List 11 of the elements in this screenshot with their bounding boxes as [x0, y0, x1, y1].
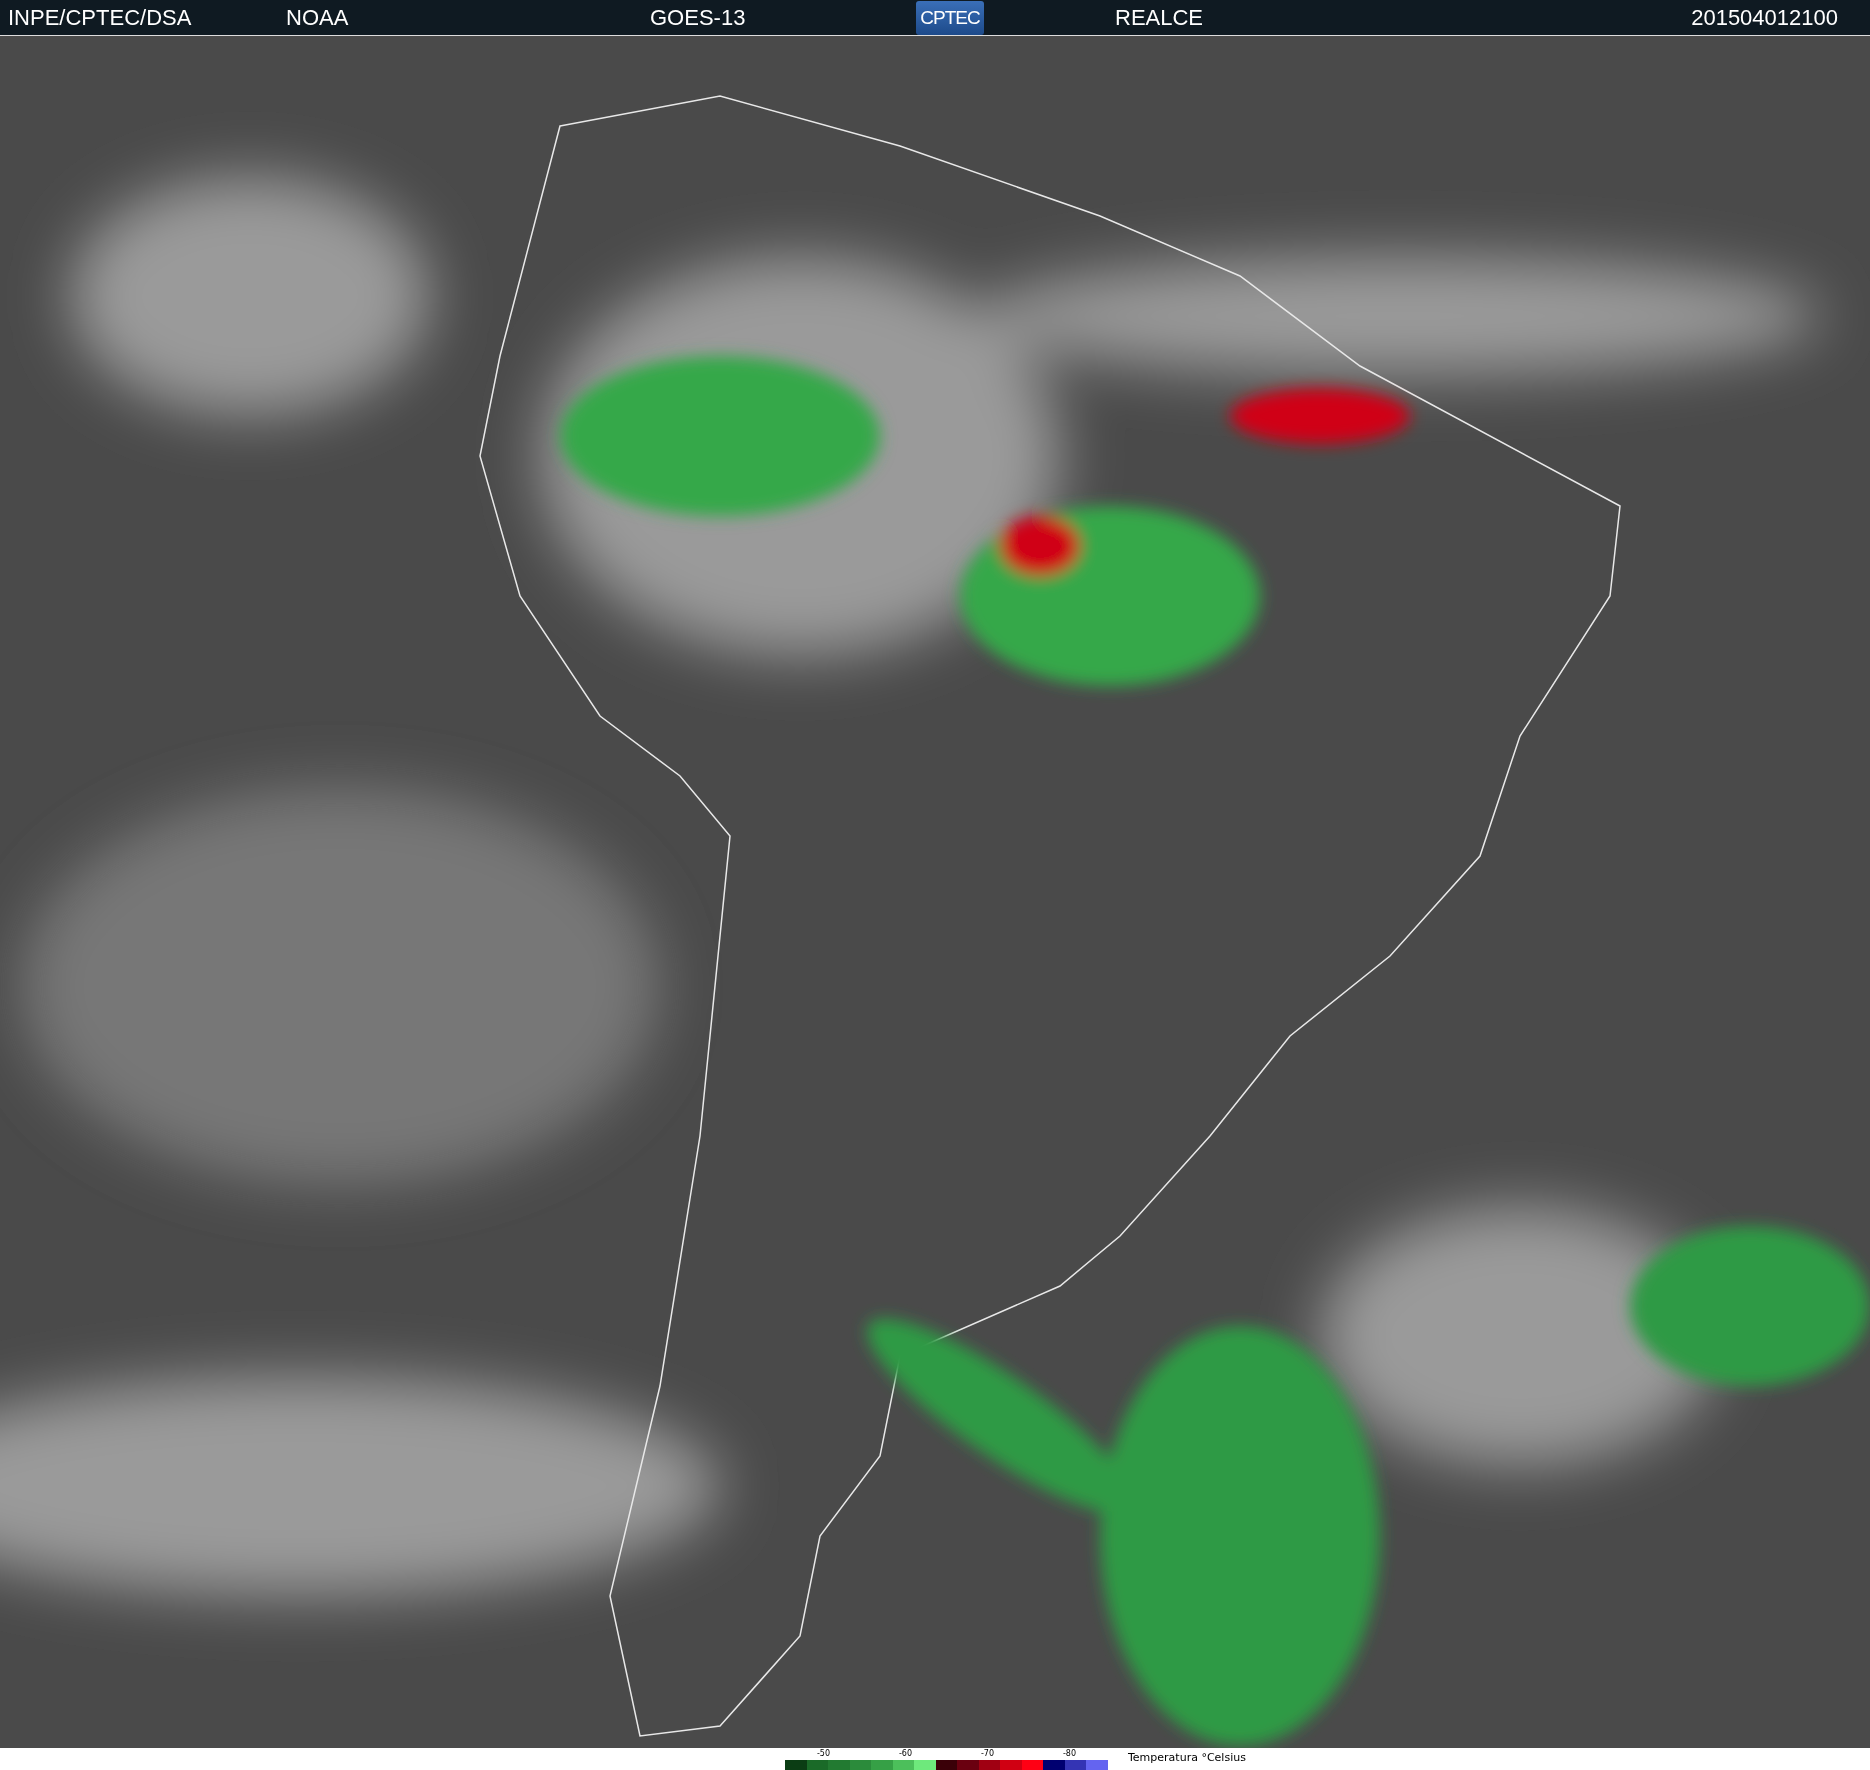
agency-label: NOAA [286, 4, 350, 31]
timestamp: 201504012100 [1691, 4, 1838, 31]
legend-title: Temperatura °Celsius [1128, 1751, 1246, 1764]
source-label: INPE/CPTEC/DSA [8, 4, 193, 31]
product-label: REALCE [1115, 4, 1205, 31]
tick-label: -80 [1061, 1749, 1076, 1760]
tick-label: -70 [979, 1749, 994, 1760]
tick-label: -60 [897, 1749, 912, 1760]
satellite-label: GOES-13 [650, 4, 747, 31]
tick-label: -50 [815, 1749, 830, 1760]
logo: CPTEC [916, 0, 984, 35]
